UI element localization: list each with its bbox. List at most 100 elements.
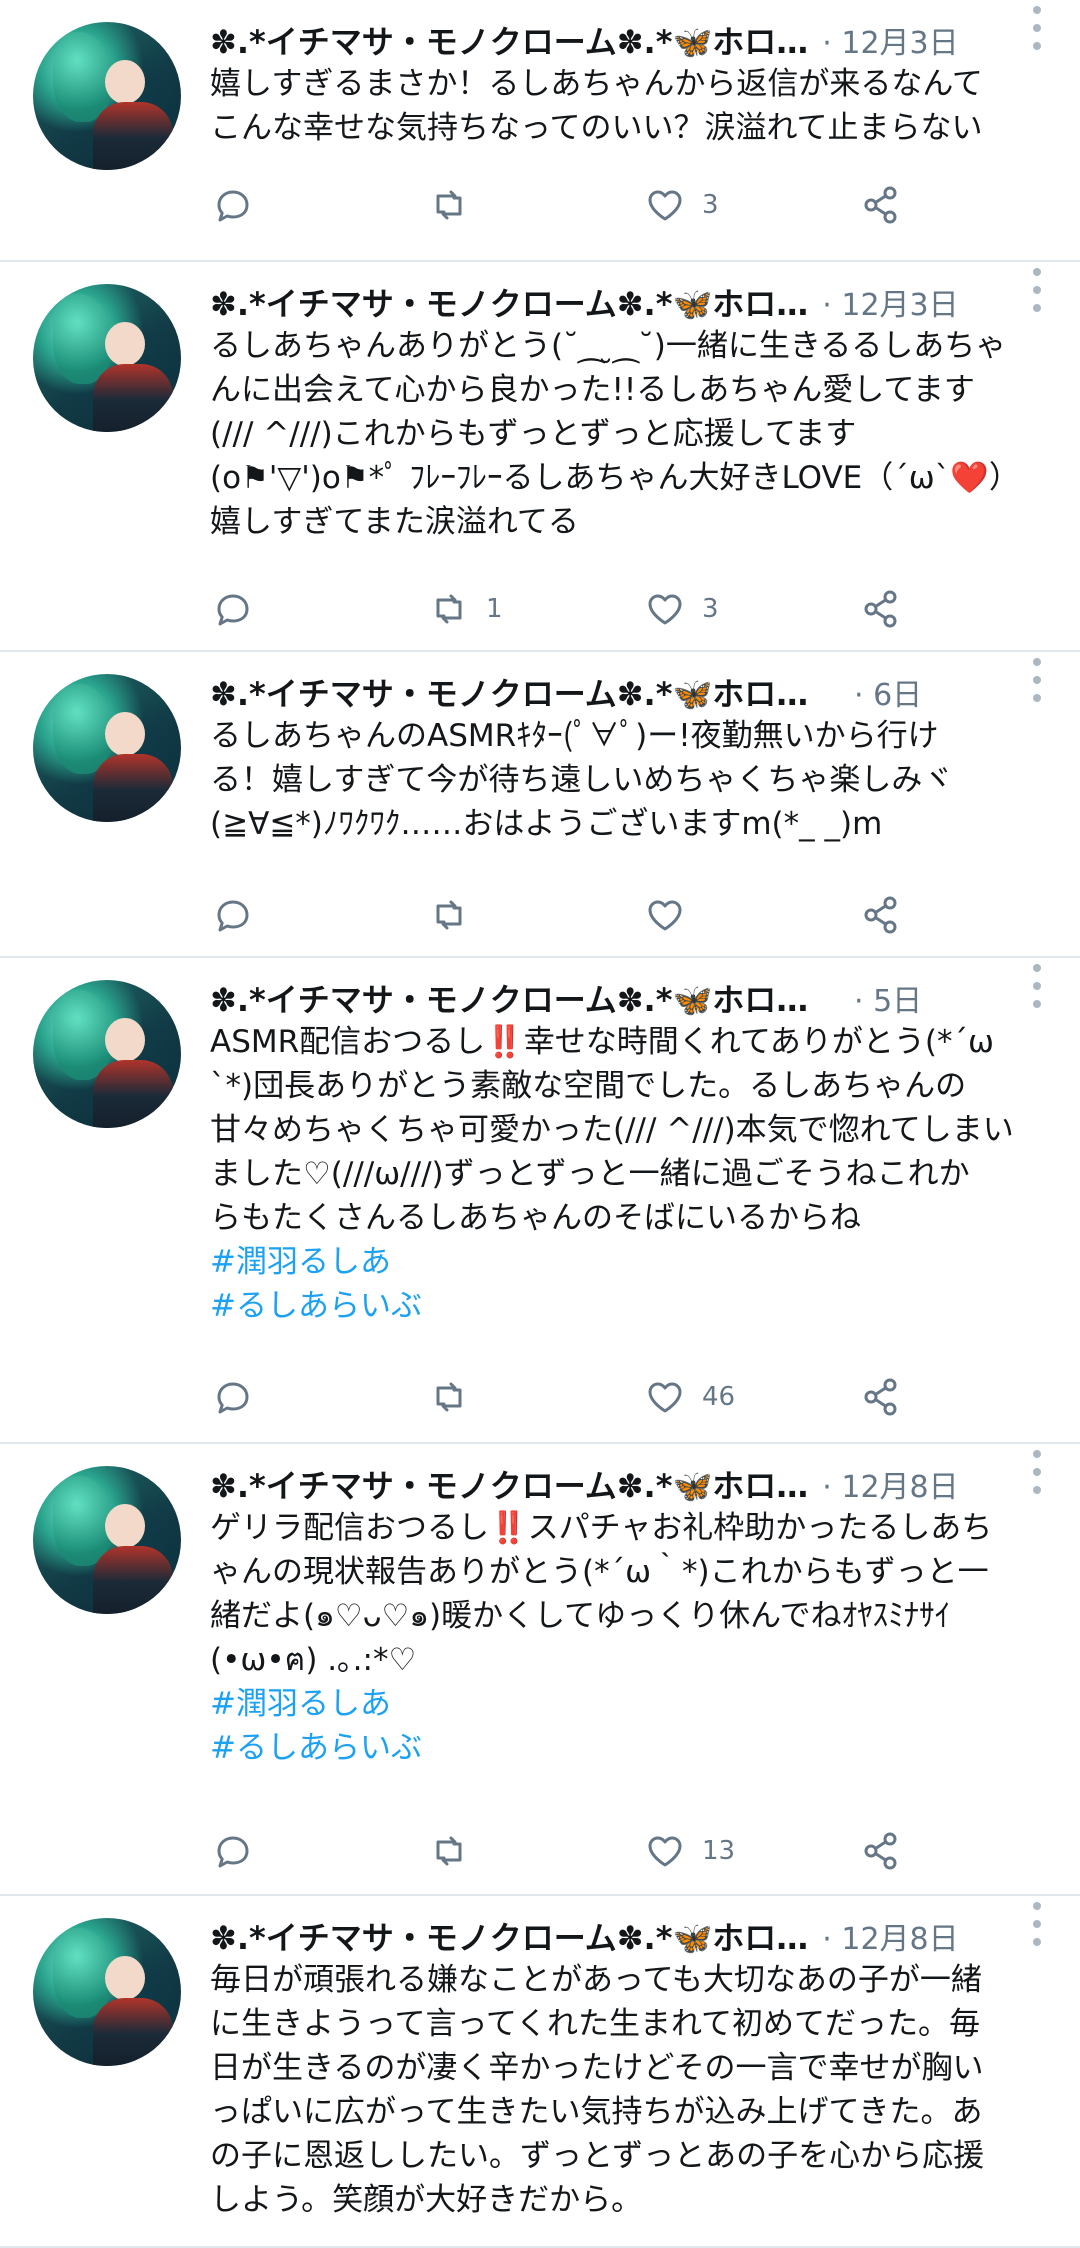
likes-count: 46 (702, 1382, 736, 1412)
avatar[interactable] (33, 22, 181, 170)
retweet-button[interactable] (426, 180, 486, 230)
tweet-text-line: っぱいに広がって生きたい気持ちが込み上げてきた。あ (210, 2094, 983, 2130)
reply-icon (217, 190, 249, 222)
heart-icon (648, 1382, 682, 1413)
tweet[interactable]: ✽.*イチマサ・モノクローム✽.*🦋ホロライ… · 5日 ASMR配信おつるし‼️幸… (0, 958, 1080, 1444)
more-options-icon[interactable] (1022, 964, 1052, 1008)
like-button[interactable]: 46 (642, 1372, 735, 1422)
tweet-date[interactable]: · 12月8日 (822, 1462, 958, 1506)
avatar[interactable] (33, 980, 181, 1128)
tweet-text: ゲリラ配信おつるし‼️スパチャお礼枠助かったるしあち ゃんの現状報告ありがとう(*… (210, 1506, 1052, 1770)
avatar[interactable] (33, 1466, 181, 1614)
likes-count: 13 (702, 1836, 736, 1866)
tweet-text: るしあちゃんのASMRｷﾀｰ(ﾟ∀ﾟ)ー!夜勤無いから行け る！嬉しすぎて今が待ち… (210, 714, 1052, 846)
like-button[interactable]: 3 (642, 584, 719, 634)
author-name[interactable]: ✽.*イチマサ・モノクローム✽.*🦋ホロ… (210, 17, 808, 63)
tweet[interactable]: ✽.*イチマサ・モノクローム✽.*🦋ホロ… · 12月3日るしあちゃんありがとう(… (0, 262, 1080, 652)
share-button[interactable] (858, 584, 904, 634)
share-icon (864, 1378, 897, 1416)
avatar[interactable] (33, 1918, 181, 2066)
more-options-icon[interactable] (1022, 658, 1052, 702)
hashtag-link[interactable]: #るしあらいぶ (210, 1726, 1052, 1770)
share-button[interactable] (858, 890, 904, 940)
tweet-header: ✽.*イチマサ・モノクローム✽.*🦋ホロライ… · 6日 (210, 664, 1052, 720)
tweet-text-line: (o⚑'▽')o⚑*ﾟ ﾌﾚｰﾌﾚｰるしあちゃん大好きLOVE（´ω`❤️） (210, 460, 1020, 496)
tweet-text-line: るしあちゃんのASMRｷﾀｰ(ﾟ∀ﾟ)ー!夜勤無いから行け (210, 718, 939, 754)
tweet-date[interactable]: · 5日 (854, 976, 922, 1020)
tweet-header: ✽.*イチマサ・モノクローム✽.*🦋ホロ… · 12月8日 (210, 1908, 1052, 1964)
hashtag-link[interactable]: #るしあらいぶ (210, 1284, 1052, 1328)
heart-icon (648, 190, 682, 221)
tweet-header: ✽.*イチマサ・モノクローム✽.*🦋ホロ… · 12月8日 (210, 1456, 1052, 1512)
avatar[interactable] (33, 674, 181, 822)
tweet-text-line: (•ω•ฅ) .｡.:*♡ (210, 1642, 417, 1678)
share-button[interactable] (858, 1372, 904, 1422)
heart-icon (648, 1836, 682, 1867)
tweet-text: ASMR配信おつるし‼️幸せな時間くれてありがとう(*´ω `*)団長ありがとう素… (210, 1020, 1052, 1328)
reply-button[interactable] (210, 890, 256, 940)
reply-icon (217, 594, 249, 626)
tweet-text-line: 嬉しすぎてまた涙溢れてる (210, 504, 579, 540)
tweet-text-line: るしあちゃんありがとう(˘⁔ ̮⁔˘)一緒に生きるるしあちゃ (210, 328, 1007, 364)
tweet-actions (210, 890, 1052, 940)
tweet-text: 毎日が頑張れる嫌なことがあっても大切なあの子が一緒 に生きようって言ってくれた生ま… (210, 1958, 1052, 2222)
heart-icon (648, 900, 682, 931)
more-options-icon[interactable] (1022, 1902, 1052, 1946)
tweet-header: ✽.*イチマサ・モノクローム✽.*🦋ホロ… · 12月3日 (210, 274, 1052, 330)
tweet-text-line: `*)団長ありがとう素敵な空間でした。るしあちゃんの (210, 1068, 967, 1104)
tweet-content: ✽.*イチマサ・モノクローム✽.*🦋ホロ… · 12月8日 毎日が頑張れる嫌なことが… (210, 1896, 1052, 2248)
like-button[interactable]: 13 (642, 1826, 735, 1876)
hashtag-link[interactable]: #潤羽るしあ (210, 1682, 1052, 1726)
share-icon (864, 1832, 897, 1870)
author-name[interactable]: ✽.*イチマサ・モノクローム✽.*🦋ホロ… (210, 1913, 808, 1959)
hashtag-link[interactable]: #潤羽るしあ (210, 1240, 1052, 1284)
retweet-button[interactable] (426, 1826, 486, 1876)
like-button[interactable]: 3 (642, 180, 719, 230)
more-options-icon[interactable] (1022, 268, 1052, 312)
reply-button[interactable] (210, 1826, 256, 1876)
share-button[interactable] (858, 1826, 904, 1876)
tweet[interactable]: ✽.*イチマサ・モノクローム✽.*🦋ホロ… · 12月8日 毎日が頑張れる嫌なことが… (0, 1896, 1080, 2248)
tweet-text-line: こんな幸せな気持ちなってのいい？涙溢れて止まらない (210, 110, 983, 146)
share-icon (864, 590, 897, 628)
more-options-icon[interactable] (1022, 1450, 1052, 1494)
author-name[interactable]: ✽.*イチマサ・モノクローム✽.*🦋ホロライ… (210, 975, 840, 1021)
tweet[interactable]: ✽.*イチマサ・モノクローム✽.*🦋ホロライ… · 6日 るしあちゃんのASMRｷﾀ… (0, 652, 1080, 958)
author-name[interactable]: ✽.*イチマサ・モノクローム✽.*🦋ホロライ… (210, 669, 840, 715)
tweet-feed: ✽.*イチマサ・モノクローム✽.*🦋ホロ… · 12月3日 嬉しすぎるまさか！るしあ… (0, 0, 1080, 2248)
author-name[interactable]: ✽.*イチマサ・モノクローム✽.*🦋ホロ… (210, 279, 808, 325)
tweet-text-line: 緒だよ(๑♡ᴗ♡๑)暖かくしてゆっくり休んでねｵﾔｽﾐﾅｻｲ (210, 1598, 951, 1634)
retweet-button[interactable] (426, 890, 486, 940)
retweets-count: 1 (486, 594, 503, 624)
tweet-content: ✽.*イチマサ・モノクローム✽.*🦋ホロ… · 12月3日 嬉しすぎるまさか！るしあ… (210, 0, 1052, 262)
reply-button[interactable] (210, 1372, 256, 1422)
tweet-text-line: 毎日が頑張れる嫌なことがあっても大切なあの子が一緒 (210, 1962, 982, 1998)
tweet-text: 嬉しすぎるまさか！るしあちゃんから返信が来るなんて こんな幸せな気持ちなってのいい… (210, 62, 1052, 150)
tweet[interactable]: ✽.*イチマサ・モノクローム✽.*🦋ホロ… · 12月8日 ゲリラ配信おつるし‼️ス… (0, 1444, 1080, 1896)
tweet[interactable]: ✽.*イチマサ・モノクローム✽.*🦋ホロ… · 12月3日 嬉しすぎるまさか！るしあ… (0, 0, 1080, 262)
tweet-text-line: ゲリラ配信おつるし‼️スパチャお礼枠助かったるしあち (210, 1510, 993, 1546)
reply-button[interactable] (210, 584, 256, 634)
author-name[interactable]: ✽.*イチマサ・モノクローム✽.*🦋ホロ… (210, 1461, 808, 1507)
retweet-icon (436, 1836, 462, 1866)
tweet-date[interactable]: · 12月3日 (822, 280, 958, 324)
tweet-text-line: ました♡(///ω///)ずっとずっと一緒に過ごそうねこれか (210, 1156, 970, 1192)
tweet-text-line: (/// ^///)これからもずっとずっと応援してます (210, 416, 857, 452)
like-button[interactable] (642, 890, 702, 940)
avatar[interactable] (33, 284, 181, 432)
tweet-actions: 13 (210, 1826, 1052, 1876)
tweet-date[interactable]: · 6日 (854, 670, 922, 714)
likes-count: 3 (702, 190, 719, 220)
likes-count: 3 (702, 594, 719, 624)
share-button[interactable] (858, 180, 904, 230)
tweet-content: ✽.*イチマサ・モノクローム✽.*🦋ホロ… · 12月8日 ゲリラ配信おつるし‼️ス… (210, 1444, 1052, 1896)
tweet-content: ✽.*イチマサ・モノクローム✽.*🦋ホロライ… · 5日 ASMR配信おつるし‼️幸… (210, 958, 1052, 1444)
tweet-text-line: に生きようって言ってくれた生まれて初めてだった。毎 (210, 2006, 981, 2042)
tweet-date[interactable]: · 12月8日 (822, 1914, 958, 1958)
reply-button[interactable] (210, 180, 256, 230)
more-options-icon[interactable] (1022, 6, 1052, 50)
tweet-date[interactable]: · 12月3日 (822, 18, 958, 62)
retweet-button[interactable] (426, 1372, 486, 1422)
retweet-button[interactable]: 1 (426, 584, 503, 634)
retweet-icon (436, 594, 462, 624)
